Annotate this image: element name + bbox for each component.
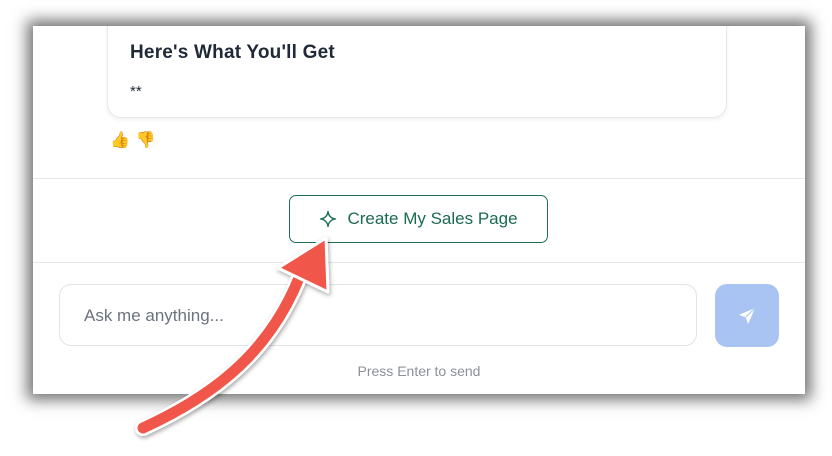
assistant-message-card: Here's What You'll Get ** bbox=[107, 26, 727, 118]
divider bbox=[33, 262, 805, 263]
thumbs-down-icon[interactable]: 👎 bbox=[136, 130, 156, 150]
chat-input-box[interactable] bbox=[59, 284, 697, 347]
chat-window: Here's What You'll Get ** 👍 👎 Create My … bbox=[33, 26, 805, 394]
thumbs-up-icon[interactable]: 👍 bbox=[110, 130, 130, 150]
create-sales-page-button[interactable]: Create My Sales Page bbox=[289, 195, 548, 243]
chat-input[interactable] bbox=[82, 285, 676, 347]
message-body: ** bbox=[130, 83, 142, 100]
create-sales-page-label: Create My Sales Page bbox=[347, 209, 518, 228]
send-button[interactable] bbox=[715, 284, 779, 347]
feedback-buttons: 👍 👎 bbox=[110, 130, 156, 150]
sparkle-icon bbox=[320, 210, 337, 228]
divider bbox=[33, 178, 805, 179]
screenshot-stage: Here's What You'll Get ** 👍 👎 Create My … bbox=[0, 0, 832, 456]
send-icon bbox=[739, 308, 755, 323]
send-hint: Press Enter to send bbox=[357, 363, 481, 379]
message-heading: Here's What You'll Get bbox=[130, 42, 335, 63]
